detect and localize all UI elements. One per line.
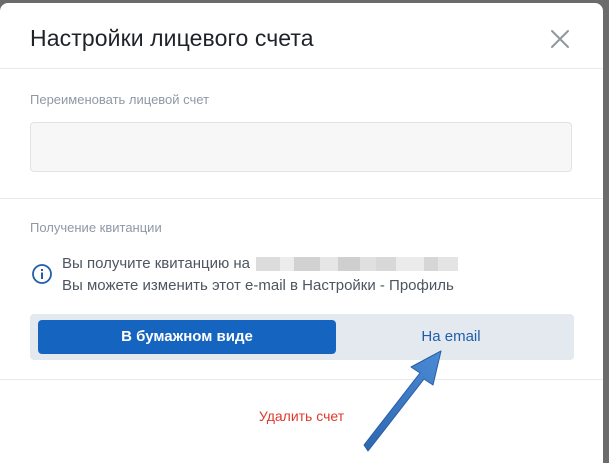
receipt-label: Получение квитанции (30, 220, 162, 235)
info-icon (32, 264, 52, 284)
delivery-method-toggle: В бумажном виде На email (30, 314, 574, 360)
email-option-button[interactable]: На email (336, 320, 566, 354)
receipt-email-prefix: Вы получите квитанцию на (62, 255, 250, 272)
divider (0, 379, 603, 380)
account-settings-dialog: Настройки лицевого счета Переименовать л… (0, 3, 603, 463)
paper-option-button[interactable]: В бумажном виде (38, 320, 336, 354)
receipt-email-line: Вы получите квитанцию на (62, 255, 458, 272)
account-name-input[interactable] (30, 122, 572, 172)
dialog-header: Настройки лицевого счета (0, 3, 603, 69)
divider (0, 198, 603, 199)
dialog-title: Настройки лицевого счета (30, 25, 314, 51)
delete-account-link[interactable]: Удалить счет (0, 408, 603, 424)
receipt-change-hint: Вы можете изменить этот e-mail в Настрой… (62, 277, 454, 294)
redacted-email (256, 257, 458, 272)
close-icon[interactable] (548, 27, 572, 51)
rename-label: Переименовать лицевой счет (30, 92, 210, 107)
